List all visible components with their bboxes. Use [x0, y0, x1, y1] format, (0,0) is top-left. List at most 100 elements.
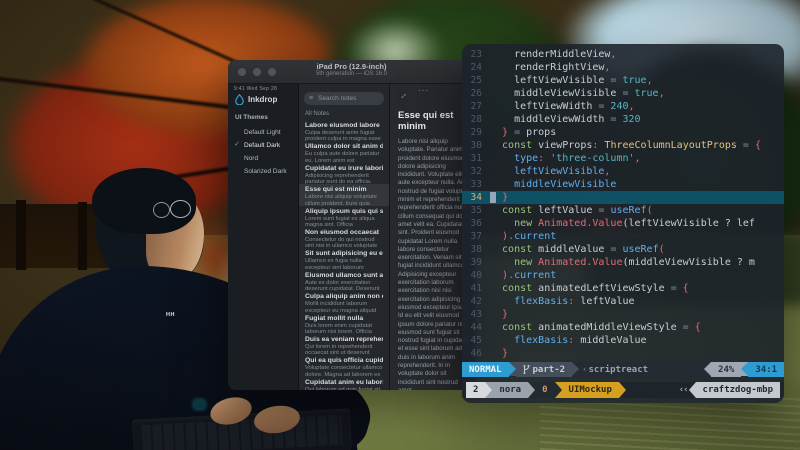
minimize-button[interactable]: [253, 68, 261, 76]
vim-mode: NORMAL: [462, 362, 509, 377]
expand-icon[interactable]: ↔: [396, 88, 409, 101]
code-line: 32 leftViewVisible,: [462, 165, 784, 178]
simulator-titlebar: iPad Pro (12.9-inch) 5th generation — iO…: [228, 60, 475, 84]
sidebar-item-nord[interactable]: Nord: [228, 152, 298, 165]
line-number: 37: [462, 230, 482, 243]
line-number: 40: [462, 269, 482, 282]
tmux-window-name[interactable]: UIMockup: [562, 382, 619, 398]
note-item-title: Culpa aliquip anim non ea occaecat: [305, 293, 383, 301]
note-item-preview: Ullamco ex fugia nulla excepteur sint la…: [305, 258, 383, 269]
zoom-button[interactable]: [268, 68, 276, 76]
line-number: 31: [462, 152, 482, 165]
note-item-title: Sit sunt adipisicing eu elit nostrud: [305, 250, 383, 258]
more-options-icon[interactable]: ···: [418, 86, 429, 95]
line-number: 38: [462, 243, 482, 256]
note-item-title: Eiusmod ullamco sunt aute eiusmo...: [305, 272, 383, 280]
note-item-preview: Adipisicing reprehenderit pariatur sunt …: [305, 173, 383, 184]
note-list-item[interactable]: Labore eiusmod laboreCulpa deserunt anim…: [299, 120, 389, 141]
tmux-session-index: 2: [466, 382, 485, 398]
code-line: 33 middleViewVisible: [462, 178, 784, 191]
code-line: 40 ).current: [462, 269, 784, 282]
line-number: 32: [462, 165, 482, 178]
note-item-title: Non eiusmod occaecat: [305, 229, 383, 237]
filetype-segment: scriptreact: [588, 362, 648, 377]
sidebar-item-solarized-dark[interactable]: Solarized Dark: [228, 165, 298, 178]
code-line: 46 }: [462, 347, 784, 360]
terminal-window: 23 renderMiddleView,24 renderRightView,2…: [462, 44, 784, 403]
code-line: 39 new Animated.Value(middleViewVisible …: [462, 256, 784, 269]
code-line: 37 ).current: [462, 230, 784, 243]
line-number: 34: [462, 191, 482, 204]
ios-statusbar: 9:41 Wed Sep 28: [234, 86, 277, 92]
note-item-preview: Qui laborum ad quis fugiat sit est exerc…: [305, 387, 383, 390]
note-item-preview: Eu culpa aute dolore pariatur eu. Lorem …: [305, 151, 383, 162]
note-list-item[interactable]: Fugiat mollit nullaDuis lorem enim cupid…: [299, 313, 389, 334]
note-list-item[interactable]: Culpa aliquip anim non ea occaecatMollit…: [299, 291, 389, 312]
vim-editor[interactable]: 23 renderMiddleView,24 renderRightView,2…: [462, 48, 784, 360]
note-list-item[interactable]: Cupidatat anim eu laborisQui laborum ad …: [299, 377, 389, 390]
code-line: 45 flexBasis: middleValue: [462, 334, 784, 347]
code-line: 25 leftViewVisible = true,: [462, 74, 784, 87]
line-number: 39: [462, 256, 482, 269]
chevrons-left-icon: ‹‹: [679, 382, 689, 398]
note-item-title: Ullamco dolor sit anim do: [305, 143, 383, 151]
note-list-item[interactable]: Non eiusmod occaecatConsectetur do qui n…: [299, 227, 389, 248]
note-item-title: Duis ea veniam reprehenderit est ei...: [305, 336, 383, 344]
git-branch-segment: part-2: [516, 362, 573, 377]
sidebar-item-default-dark[interactable]: ✓Default Dark: [228, 139, 298, 152]
note-item-preview: Voluptate consectetur ullamco dolore. Ma…: [305, 365, 383, 376]
note-list-item[interactable]: Esse qui est minimLabore nisi aliquip vo…: [299, 184, 389, 205]
line-number: 36: [462, 217, 482, 230]
tmux-session-name: nora: [492, 382, 528, 398]
note-list-item[interactable]: Sit sunt adipisicing eu elit nostrudUlla…: [299, 248, 389, 269]
line-number: 23: [462, 48, 482, 61]
note-list-item[interactable]: Aliquip ipsum quis qui sunt nullaLorem s…: [299, 206, 389, 227]
code-line: 26 middleViewVisible = true,: [462, 87, 784, 100]
note-item-title: Cupidatat eu irure laboris exercitat...: [305, 165, 383, 173]
search-input[interactable]: ≡: [304, 92, 384, 105]
code-line: 36 new Animated.Value(leftViewVisible ? …: [462, 217, 784, 230]
line-number: 35: [462, 204, 482, 217]
list-header: All Notes: [299, 105, 389, 120]
glasses-icon: [170, 200, 191, 218]
simulator-window: iPad Pro (12.9-inch) 5th generation — iO…: [228, 60, 475, 390]
note-item-title: Esse qui est minim: [305, 186, 383, 194]
note-list-item[interactable]: Eiusmod ullamco sunt aute eiusmo...Aute …: [299, 270, 389, 291]
code-line: 44 const animatedMiddleViewStyle = {: [462, 321, 784, 334]
tmux-statusbar: 2 nora 0 UIMockup ‹‹ craftzdog-mbp: [462, 382, 784, 398]
code-line: 38 const middleValue = useRef(: [462, 243, 784, 256]
note-item-preview: Lorem sunt fugiat ex aliqua magna sint. …: [305, 216, 383, 227]
sidebar-section-label: UI Themes: [228, 114, 298, 121]
app-name: Inkdrop: [248, 95, 277, 104]
scroll-percent: 24%: [711, 362, 741, 377]
app-sidebar: Inkdrop UI Themes Default Light✓Default …: [228, 84, 299, 390]
note-list-item[interactable]: Duis ea veniam reprehenderit est ei...Qu…: [299, 334, 389, 355]
note-item-preview: Duis lorem enim cupidatat laborum nisi l…: [305, 323, 383, 334]
note-item-preview: Mollit incididunt laborum excepteur eu m…: [305, 301, 383, 312]
code-line: 43 }: [462, 308, 784, 321]
line-number: 28: [462, 113, 482, 126]
fence-post: [78, 202, 87, 270]
sidebar-item-default-light[interactable]: Default Light: [228, 126, 298, 139]
cursor-position: 34:1: [748, 362, 784, 377]
code-line: 34 }: [462, 191, 784, 204]
line-number: 33: [462, 178, 482, 191]
window-title: iPad Pro (12.9-inch): [228, 62, 475, 71]
note-item-title: Labore eiusmod labore: [305, 122, 383, 130]
note-list-item[interactable]: Cupidatat eu irure laboris exercitat...A…: [299, 163, 389, 184]
code-line: 41 const animatedLeftViewStyle = {: [462, 282, 784, 295]
note-item-title: Aliquip ipsum quis qui sunt nulla: [305, 208, 383, 216]
note-list-item[interactable]: Qui ea quis officia cupidatat anim e...V…: [299, 355, 389, 376]
note-item-title: Cupidatat anim eu laboris: [305, 379, 383, 387]
code-line: 30 const viewProps: ThreeColumnLayoutPro…: [462, 139, 784, 152]
line-number: 43: [462, 308, 482, 321]
code-line: 23 renderMiddleView,: [462, 48, 784, 61]
lake-ripples: [540, 396, 800, 450]
close-button[interactable]: [238, 68, 246, 76]
code-line: 31 type: 'three-column',: [462, 152, 784, 165]
line-number: 26: [462, 87, 482, 100]
code-line: 24 renderRightView,: [462, 61, 784, 74]
note-list-item[interactable]: Ullamco dolor sit anim doEu culpa aute d…: [299, 141, 389, 162]
line-number: 45: [462, 334, 482, 347]
git-branch-icon: [523, 365, 530, 374]
